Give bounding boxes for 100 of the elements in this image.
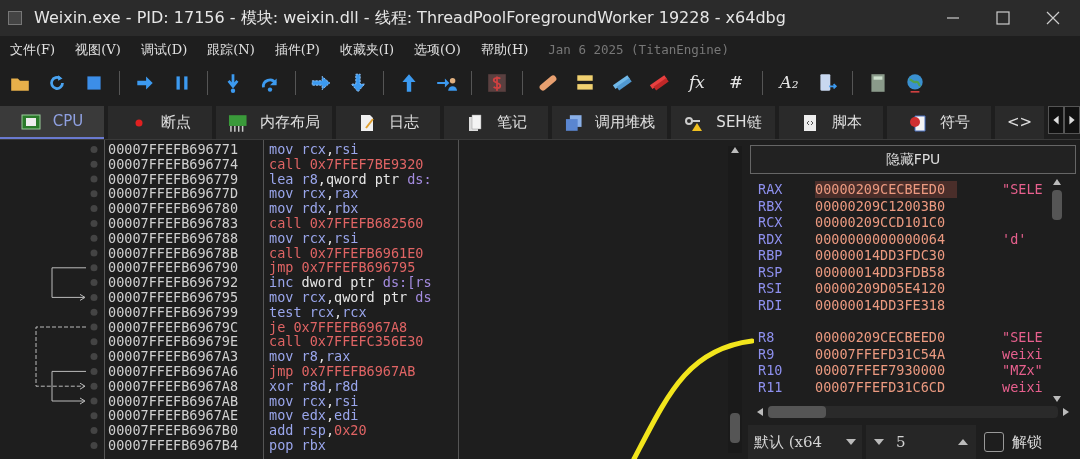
register-comment: "SELE <box>1002 329 1043 346</box>
instruction: mov rdx,rbx <box>269 201 360 216</box>
address-cell-text: 00007FFEFB69679E <box>108 334 240 350</box>
breakpoint-marker[interactable] <box>90 293 98 301</box>
address-cell-text: 00007FFEFB69678B <box>108 245 240 261</box>
tab-scroll-right-icon[interactable] <box>1064 106 1080 134</box>
tab[interactable]: 符号 <box>887 106 991 139</box>
register-name: R10 <box>758 362 784 379</box>
instruction: jmp 0x7FFEFB696795 <box>269 260 416 276</box>
instruction: mov r8,rax <box>269 349 352 364</box>
dollar-icon[interactable] <box>485 72 509 94</box>
menu-item[interactable]: 选项(O) <box>414 40 461 60</box>
hide-fpu-button[interactable]: 隐藏FPU <box>750 145 1076 174</box>
window-title: Weixin.exe - PID: 17156 - 模块: weixin.dll - 线程: ThreadPoolForegroundWorker 19228 - x64dbg <box>34 7 787 29</box>
scroll-up-icon[interactable] <box>1052 178 1062 186</box>
instruction: add rsp,0x20 <box>269 423 368 438</box>
menu-item[interactable]: 收藏夹(I) <box>339 40 394 60</box>
address-cell-text: 00007FFEFB696771 <box>108 142 240 157</box>
breakpoint-marker[interactable] <box>90 353 98 361</box>
scroll-left-icon[interactable] <box>756 407 764 417</box>
instruction: pop rbx <box>269 437 327 453</box>
register-scrollbar[interactable] <box>1050 178 1064 403</box>
breakpoint-marker[interactable] <box>90 175 98 183</box>
breakpoint-marker[interactable] <box>90 145 98 153</box>
breakpoint-marker[interactable] <box>90 264 98 272</box>
register-value: 00000014DD3FE318 <box>815 296 947 313</box>
menu-item[interactable]: 调试(D) <box>140 40 188 60</box>
scrollbar-thumb[interactable] <box>730 413 740 443</box>
register-comment: "MZx" <box>1002 362 1043 379</box>
breakpoint-marker[interactable] <box>90 382 98 390</box>
menu-item[interactable]: 插件(P) <box>274 40 320 60</box>
register-value: 00000209CCD101C0 <box>815 214 947 231</box>
scrollbar-thumb[interactable] <box>1052 190 1062 220</box>
breakpoint-marker[interactable] <box>90 160 98 168</box>
tab-scroll-left-icon[interactable] <box>1048 106 1064 134</box>
tab[interactable]: 笔记 <box>443 106 548 139</box>
instruction: jmp 0x7FFEFB6967AB <box>269 363 417 379</box>
unlock-checkbox[interactable] <box>984 432 1004 452</box>
register-name: RBP <box>758 247 784 264</box>
horizontal-scrollbar[interactable] <box>756 403 1070 421</box>
register-value: 0000000000000064 <box>815 230 947 247</box>
increment-icon[interactable] <box>958 439 968 445</box>
breakpoint-marker[interactable] <box>90 323 98 331</box>
breakpoint-marker[interactable] <box>90 308 98 316</box>
tab[interactable]: 日志 <box>335 106 440 139</box>
instruction: je 0x7FFEFB6967A8 <box>269 319 409 335</box>
argument-count-spinner[interactable]: 5 <box>866 425 976 459</box>
vertical-scrollbar[interactable] <box>728 146 742 453</box>
address-cell-text: 00007FFEFB6967A6 <box>108 363 240 379</box>
menu-item[interactable]: 帮助(H) <box>480 40 529 60</box>
breakpoint-marker[interactable] <box>90 279 98 287</box>
register-value: 00000209CECBEED0 <box>815 329 947 346</box>
address-cell-text: 00007FFEFB696779 <box>108 171 240 187</box>
instruction: mov rcx,rax <box>269 186 359 202</box>
breakpoint-marker[interactable] <box>90 190 98 198</box>
breakpoint-marker[interactable] <box>90 249 98 257</box>
tab[interactable]: 断点 <box>108 106 212 139</box>
scroll-up-icon[interactable] <box>730 146 740 154</box>
breakpoint-marker[interactable] <box>90 427 98 435</box>
address-cell-text: 00007FFEFB6967B4 <box>108 437 240 453</box>
address-cell-text: 00007FFEFB6967A8 <box>108 378 240 394</box>
breakpoint-marker[interactable] <box>90 205 98 213</box>
close-icon[interactable] <box>1046 11 1060 25</box>
instruction: call 0x7FFEFC356E30 <box>269 334 425 350</box>
tab[interactable]: SEH链 <box>671 106 775 139</box>
breakpoint-marker[interactable] <box>90 397 98 405</box>
breakpoint-marker[interactable] <box>90 412 98 420</box>
maximize-icon[interactable] <box>996 11 1010 25</box>
toolbar-button[interactable]: A₂ <box>776 70 802 96</box>
tab[interactable]: 脚本 <box>779 106 883 139</box>
menu-item[interactable]: 跟踪(N) <box>207 40 255 60</box>
breakpoint-marker[interactable] <box>90 219 98 227</box>
tab[interactable]: <> <box>995 106 1044 139</box>
tab[interactable]: 调用堆栈 <box>551 106 667 139</box>
dropdown-caret-icon <box>846 439 856 445</box>
calling-convention-dropdown[interactable]: 默认 (x64 <box>748 425 862 459</box>
address-cell-text: 00007FFEFB696774 <box>108 156 240 172</box>
breakpoint-marker[interactable] <box>90 338 98 346</box>
menu-item[interactable]: 视图(V) <box>75 40 121 60</box>
tab[interactable]: CPU <box>0 106 104 139</box>
instruction: test rcx,rcx <box>269 304 367 320</box>
scrollbar-thumb[interactable] <box>768 406 826 418</box>
register-name: R8 <box>758 329 776 346</box>
toolbar-button[interactable]: fx <box>684 70 710 96</box>
register-value: 00000209C12003B0 <box>815 197 947 214</box>
decrement-icon[interactable] <box>874 439 884 445</box>
tab[interactable]: 内存布局 <box>216 106 332 139</box>
app-icon <box>8 11 22 25</box>
breakpoint-marker[interactable] <box>90 367 98 375</box>
instruction: mov rcx,qword ptr ds <box>269 289 433 305</box>
instruction: xor r8d,r8d <box>269 378 360 394</box>
address-cell-text: 00007FFEFB696788 <box>108 230 240 246</box>
instruction: call 0x7FFEFB682560 <box>269 216 425 231</box>
toolbar-button[interactable]: # <box>723 70 749 96</box>
menu-item[interactable]: 文件(F) <box>10 40 56 60</box>
breakpoint-marker[interactable] <box>90 441 98 449</box>
instruction: mov rcx,rsi <box>269 230 360 246</box>
scroll-down-icon[interactable] <box>1052 395 1062 403</box>
breakpoint-marker[interactable] <box>90 234 98 242</box>
scroll-right-icon[interactable] <box>1062 407 1070 417</box>
